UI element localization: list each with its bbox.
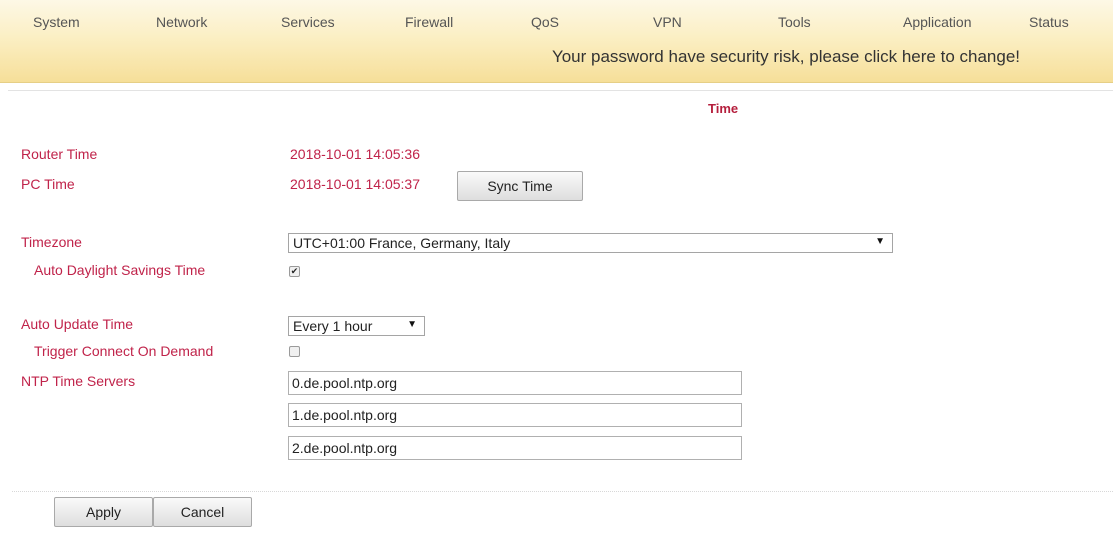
dropdown-arrow-icon: ▼ <box>875 236 885 247</box>
ntp-servers-label: NTP Time Servers <box>21 373 136 389</box>
nav-item-network[interactable]: Network <box>156 14 207 30</box>
ntp-server-2-input[interactable] <box>288 403 742 427</box>
cancel-button[interactable]: Cancel <box>153 497 252 527</box>
pc-time-value: 2018-10-01 14:05:37 <box>290 176 420 192</box>
timezone-select[interactable]: UTC+01:00 France, Germany, Italy ▼ <box>288 233 893 253</box>
auto-dst-checkbox[interactable]: ✔ <box>289 266 300 277</box>
pc-time-label: PC Time <box>21 176 75 192</box>
nav-item-status[interactable]: Status <box>1029 14 1069 30</box>
ntp-server-1-input[interactable] <box>288 371 742 395</box>
trigger-connect-checkbox[interactable] <box>289 346 300 357</box>
timezone-selected-value: UTC+01:00 France, Germany, Italy <box>293 235 511 251</box>
ntp-server-3-input[interactable] <box>288 436 742 460</box>
footer-divider <box>12 491 1113 492</box>
auto-update-label: Auto Update Time <box>21 316 134 332</box>
nav-item-services[interactable]: Services <box>281 14 335 30</box>
auto-dst-label: Auto Daylight Savings Time <box>34 262 206 278</box>
nav-item-system[interactable]: System <box>33 14 80 30</box>
sync-time-button[interactable]: Sync Time <box>457 171 583 201</box>
header-divider <box>8 90 1113 91</box>
auto-update-selected-value: Every 1 hour <box>293 318 373 334</box>
nav-item-firewall[interactable]: Firewall <box>405 14 453 30</box>
router-time-value: 2018-10-01 14:05:36 <box>290 146 420 162</box>
router-time-label: Router Time <box>21 146 98 162</box>
timezone-label: Timezone <box>21 234 82 250</box>
page-title: Time <box>708 101 739 116</box>
password-warning-link[interactable]: Your password have security risk, please… <box>552 47 1020 67</box>
top-navigation-bar: System Network Services Firewall QoS VPN… <box>0 0 1113 83</box>
nav-item-tools[interactable]: Tools <box>778 14 811 30</box>
nav-item-application[interactable]: Application <box>903 14 972 30</box>
apply-button[interactable]: Apply <box>54 497 153 527</box>
nav-item-vpn[interactable]: VPN <box>653 14 682 30</box>
auto-update-select[interactable]: Every 1 hour ▼ <box>288 316 425 336</box>
dropdown-arrow-icon: ▼ <box>407 319 417 330</box>
trigger-connect-label: Trigger Connect On Demand <box>34 343 214 359</box>
nav-item-qos[interactable]: QoS <box>531 14 559 30</box>
